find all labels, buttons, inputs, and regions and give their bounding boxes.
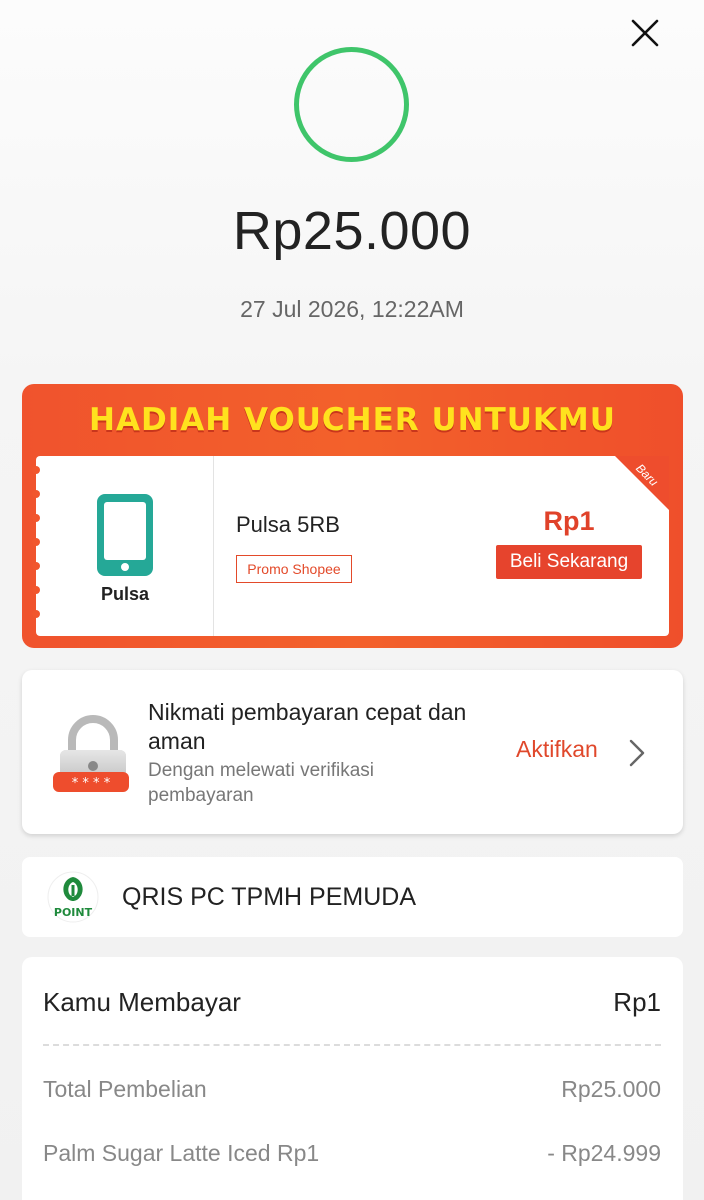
buy-now-button[interactable]: Beli Sekarang: [496, 545, 642, 579]
voucher-name: Pulsa 5RB: [236, 512, 340, 537]
activate-button[interactable]: Aktifkan: [516, 736, 598, 763]
close-icon: [631, 19, 659, 47]
merchant-name: QRIS PC TPMH PEMUDA: [122, 883, 417, 911]
voucher-card[interactable]: Pulsa Pulsa 5RB Promo Shopee Rp1 Beli Se…: [32, 456, 669, 636]
secure-payment-card[interactable]: * * * * Nikmati pembayaran cepat dan ama…: [22, 670, 683, 834]
new-ribbon: Baru: [615, 456, 669, 510]
merchant-card: POINT QRIS PC TPMH PEMUDA: [22, 857, 683, 937]
svg-text:POINT: POINT: [54, 906, 93, 919]
voucher-banner-title: HADIAH VOUCHER UNTUKMU: [89, 402, 616, 438]
voucher-price: Rp1: [543, 506, 595, 536]
promo-tag: Promo Shopee: [236, 555, 352, 583]
status-ring-icon: [294, 47, 409, 162]
phone-icon: [97, 494, 153, 576]
total-purchase-value: Rp25.000: [561, 1076, 661, 1102]
paid-value: Rp1: [613, 987, 661, 1017]
payment-detail-card: Kamu Membayar Rp1 Total Pembelian Rp25.0…: [22, 957, 683, 1200]
paid-label: Kamu Membayar: [43, 987, 241, 1017]
voucher-category-label: Pulsa: [100, 584, 150, 604]
chevron-right-icon[interactable]: [626, 738, 648, 768]
total-purchase-label: Total Pembelian: [43, 1076, 207, 1102]
discount-label: Palm Sugar Latte Iced Rp1: [43, 1140, 320, 1166]
merchant-logo-icon: POINT: [47, 871, 99, 923]
secure-payment-subtitle: Dengan melewati verifikasi pembayaran: [148, 760, 374, 806]
discount-value: - Rp24.999: [547, 1140, 661, 1166]
lock-icon: * * * *: [53, 715, 129, 792]
secure-payment-title: Nikmati pembayaran cepat dan aman: [148, 699, 467, 754]
voucher-category: Pulsa: [36, 456, 214, 636]
divider: [43, 1044, 661, 1046]
transaction-amount: Rp25.000: [232, 201, 472, 261]
voucher-banner: HADIAH VOUCHER UNTUKMU Pulsa Pulsa 5RB P…: [22, 384, 683, 648]
close-button[interactable]: [626, 14, 664, 52]
new-ribbon-label: Baru: [633, 461, 661, 489]
svg-text:* * * *: * * * *: [72, 776, 111, 791]
transaction-datetime: 27 Jul 2026, 12:22AM: [240, 296, 464, 322]
